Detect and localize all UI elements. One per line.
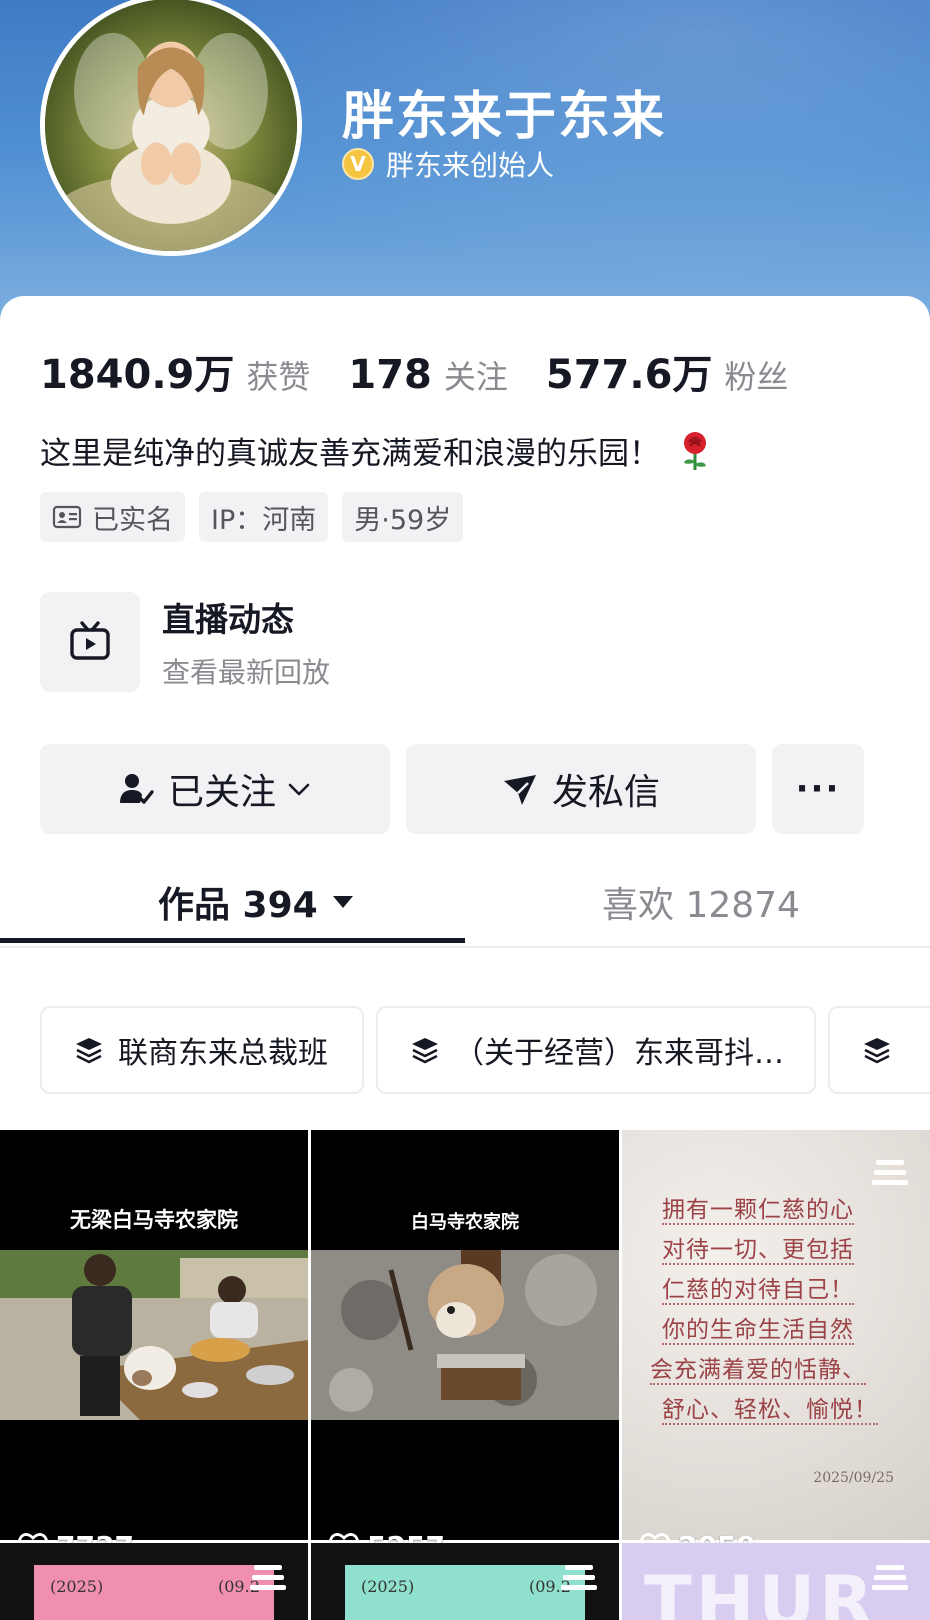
content-tabs: 作品 394 喜欢 12874 [0, 868, 930, 948]
collection-chip-label: （关于经营）东来哥抖… [454, 1036, 784, 1071]
quote-line: 拥有一颗仁慈的心 [662, 1197, 854, 1225]
video-thumbnail[interactable]: 无梁白马寺农家院 [0, 1130, 308, 1540]
verification-row: V 胖东来创始人 [342, 144, 554, 184]
stat-likes[interactable]: 1840.9万 获赞 [40, 342, 310, 400]
tag-gender-age: 男·59岁 [342, 492, 464, 542]
followed-label: 已关注 [167, 772, 276, 813]
send-message-button[interactable]: 发私信 [406, 744, 756, 834]
collection-stack-icon [250, 1565, 286, 1590]
stat-value: 577.6万 [545, 352, 713, 398]
more-dots-icon: ··· [795, 769, 841, 809]
collection-chip[interactable]: 联商东来总裁班 [40, 1006, 364, 1094]
collection-stack-icon [872, 1565, 908, 1590]
quote-date: 2025/09/25 [813, 1470, 894, 1486]
video-title: 无梁白马寺农家院 [70, 1208, 238, 1232]
user-check-icon [119, 774, 154, 804]
live-text: 直播动态 查看最新回放 [162, 593, 330, 691]
quote-line: 对待一切、更包括 [662, 1237, 854, 1265]
collection-stack-icon [561, 1565, 597, 1590]
quote-line: 舒心、轻松、愉悦！ [662, 1397, 878, 1425]
tag-verified: 已实名 [40, 492, 185, 542]
video-frame-image [0, 1250, 308, 1420]
video-thumbnail[interactable]: 白马寺农家院 [311, 1130, 619, 1540]
thumbnail-text: THUR [644, 1561, 878, 1620]
tab-works[interactable]: 作品 394 [158, 876, 354, 928]
bio-text: 这里是纯净的真诚友善充满爱和浪漫的乐园！ [40, 436, 660, 472]
video-grid: 无梁白马寺农家院 773 [0, 1130, 930, 1620]
quote-line: 仁慈的对待自己！ [662, 1277, 854, 1305]
stat-label: 粉丝 [724, 358, 789, 396]
tag-gender-age-label: 男·59岁 [354, 504, 452, 536]
thumbnail-text: (2025) [50, 1577, 104, 1596]
verification-text: 胖东来创始人 [386, 149, 555, 182]
quote-line: 会充满着爱的恬静、 [650, 1357, 866, 1385]
live-icon-box [40, 592, 140, 692]
profile-stats: 1840.9万 获赞 178 关注 577.6万 粉丝 [40, 342, 826, 400]
caret-down-icon [332, 896, 353, 908]
stat-following[interactable]: 178 关注 [348, 352, 508, 398]
video-quote: 拥有一颗仁慈的心 对待一切、更包括 仁慈的对待自己！ 你的生命生活自然 会充满着… [650, 1190, 902, 1430]
collection-stack-icon [872, 1160, 908, 1185]
tag-ip-label: IP：河南 [211, 504, 317, 536]
verified-badge-icon: V [342, 148, 374, 180]
profile-tags: 已实名 IP：河南 男·59岁 [40, 492, 477, 542]
stat-label: 获赞 [246, 358, 311, 396]
video-thumbnail[interactable]: (2025) (09.2 [0, 1543, 308, 1620]
action-buttons: 已关注 发私信 ··· [40, 744, 864, 834]
profile-name: 胖东来于东来 [342, 87, 667, 147]
stat-followers[interactable]: 577.6万 粉丝 [546, 342, 789, 400]
video-title: 白马寺农家院 [411, 1212, 519, 1233]
profile-bio: 这里是纯净的真诚友善充满爱和浪漫的乐园！ [40, 428, 712, 473]
tab-likes[interactable]: 喜欢 12874 [602, 876, 800, 928]
id-card-icon [52, 505, 82, 529]
video-thumbnail[interactable]: 拥有一颗仁慈的心 对待一切、更包括 仁慈的对待自己！ 你的生命生活自然 会充满着… [622, 1130, 930, 1540]
tab-likes-label: 喜欢 12874 [602, 885, 800, 926]
tv-icon [70, 621, 110, 660]
tag-verified-label: 已实名 [92, 504, 173, 536]
live-title: 直播动态 [162, 600, 294, 639]
stat-value: 1840.9万 [40, 352, 235, 398]
layers-icon [412, 1038, 438, 1064]
active-tab-indicator [0, 938, 465, 943]
video-thumbnail[interactable]: (2025) (09.2 [311, 1543, 619, 1620]
collection-chips: 联商东来总裁班 （关于经营）东来哥抖… [40, 1006, 930, 1098]
more-options-button[interactable]: ··· [772, 744, 864, 834]
tab-works-label: 作品 394 [158, 885, 318, 926]
send-message-label: 发私信 [551, 772, 660, 813]
collection-chip[interactable] [828, 1006, 930, 1094]
tag-ip-location: IP：河南 [199, 492, 329, 542]
chevron-down-icon [288, 783, 310, 796]
stat-value: 178 [348, 352, 432, 398]
video-thumbnail[interactable]: THUR [622, 1543, 930, 1620]
layers-icon [864, 1038, 890, 1064]
stat-label: 关注 [443, 358, 508, 396]
layers-icon [76, 1038, 102, 1064]
avatar-image [45, 0, 297, 251]
profile-card: 1840.9万 获赞 178 关注 577.6万 粉丝 这里是纯净的真诚友善充满… [0, 296, 930, 1620]
collection-chip[interactable]: （关于经营）东来哥抖… [376, 1006, 816, 1094]
collection-chip-label: 联商东来总裁班 [118, 1036, 328, 1071]
thumbnail-text: (2025) [361, 1577, 415, 1596]
video-frame-image [311, 1250, 619, 1420]
avatar[interactable] [40, 0, 302, 256]
rose-emoji-icon [684, 431, 706, 470]
quote-line: 你的生命生活自然 [662, 1317, 854, 1345]
paper-plane-icon [503, 775, 536, 805]
followed-button[interactable]: 已关注 [40, 744, 390, 834]
live-subtitle: 查看最新回放 [162, 656, 331, 689]
live-entry[interactable]: 直播动态 查看最新回放 [40, 592, 330, 692]
